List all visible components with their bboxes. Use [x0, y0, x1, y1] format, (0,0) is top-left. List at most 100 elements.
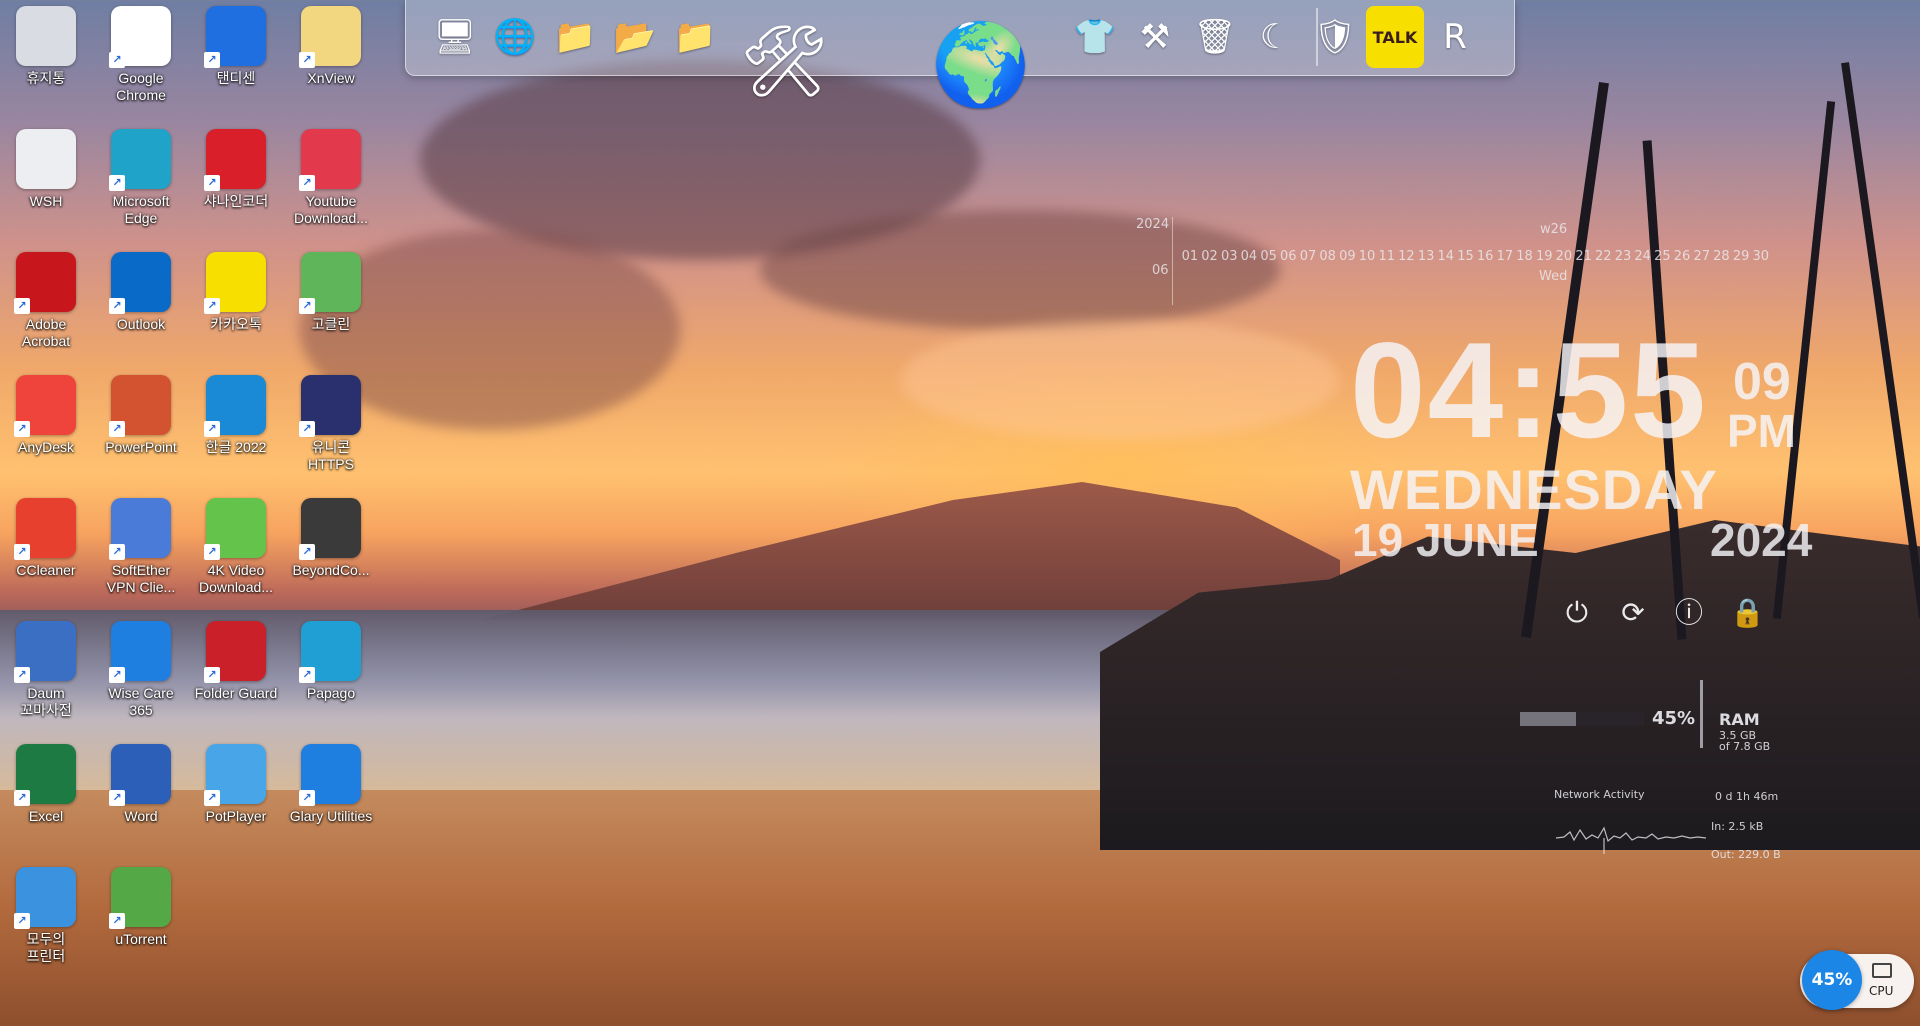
- desktop-icon[interactable]: ↗ AnyDesk: [0, 375, 92, 495]
- calendar-day[interactable]: 08: [1318, 249, 1338, 264]
- beyondcompare-icon: ↗: [299, 498, 361, 560]
- desktop-icon[interactable]: ↗ 유니콘 HTTPS: [285, 375, 377, 495]
- desktop-icon[interactable]: 휴지통: [0, 6, 92, 126]
- calendar-day[interactable]: 06: [1278, 249, 1298, 264]
- ram-title: RAM: [1719, 710, 1760, 729]
- calendar-day[interactable]: 09: [1338, 249, 1358, 264]
- registry-icon[interactable]: R: [1426, 6, 1484, 68]
- lock-icon[interactable]: 🔒: [1730, 596, 1765, 630]
- calendar-day[interactable]: 14: [1436, 249, 1456, 264]
- desktop-icon[interactable]: ↗ Word: [95, 744, 187, 864]
- ram-total: of 7.8 GB: [1719, 740, 1771, 753]
- green-folder-icon[interactable]: 📂: [606, 6, 664, 68]
- shutdown-icon[interactable]: ⏻: [1560, 596, 1594, 630]
- desktop-icon[interactable]: WSH: [0, 129, 92, 249]
- calendar-day[interactable]: 23: [1613, 249, 1633, 264]
- desktop-icon[interactable]: ↗ Glary Utilities: [285, 744, 377, 864]
- excel-icon: ↗: [14, 744, 76, 806]
- anydesk-icon: ↗: [14, 375, 76, 437]
- calendar-day[interactable]: 10: [1357, 249, 1377, 264]
- desktop-icon[interactable]: ↗ PotPlayer: [190, 744, 282, 864]
- calendar-day[interactable]: 19: [1534, 249, 1554, 264]
- desktop-icon[interactable]: ↗ Google Chrome: [95, 6, 187, 126]
- desktop-icon-label: Papago: [306, 685, 356, 701]
- calendar-day[interactable]: 27: [1692, 249, 1712, 264]
- calendar-day[interactable]: 02: [1200, 249, 1220, 264]
- calendar-day[interactable]: 15: [1456, 249, 1476, 264]
- desktop-icon-label: 탠디센: [216, 70, 256, 86]
- calendar-day[interactable]: 12: [1397, 249, 1417, 264]
- desktop-icon[interactable]: ↗ SoftEther VPN Clie...: [95, 498, 187, 618]
- blue-folder-icon[interactable]: 📁: [666, 6, 724, 68]
- desktop-icon[interactable]: ↗ Microsoft Edge: [95, 129, 187, 249]
- calendar-day[interactable]: 22: [1593, 249, 1613, 264]
- calendar-day[interactable]: 30: [1751, 249, 1771, 264]
- calendar-day[interactable]: 29: [1731, 249, 1751, 264]
- desktop-icon[interactable]: ↗ Excel: [0, 744, 92, 864]
- network-graph-line: [1556, 826, 1706, 843]
- desktop-icon[interactable]: ↗ BeyondCo...: [285, 498, 377, 618]
- calendar-day[interactable]: 26: [1672, 249, 1692, 264]
- calendar-day[interactable]: 11: [1377, 249, 1397, 264]
- kakaotalk-icon[interactable]: TALK: [1366, 6, 1424, 68]
- desktop-icon[interactable]: ↗ Folder Guard: [190, 621, 282, 741]
- desktop-icon-label: 유니콘 HTTPS: [308, 439, 354, 472]
- hammer-icon[interactable]: ⚒: [1126, 6, 1184, 68]
- trash-icon[interactable]: 🗑: [1186, 6, 1244, 68]
- desktop-icon[interactable]: ↗ 모두의 프린터: [0, 867, 92, 987]
- desktop-icon[interactable]: ↗ Adobe Acrobat: [0, 252, 92, 372]
- calendar-day[interactable]: 16: [1475, 249, 1495, 264]
- calendar-day[interactable]: 25: [1653, 249, 1673, 264]
- shortcut-arrow-icon: ↗: [299, 790, 315, 806]
- shortcut-arrow-icon: ↗: [14, 421, 30, 437]
- desktop-icon[interactable]: ↗ 카카오톡: [190, 252, 282, 372]
- wisecare-shield-icon[interactable]: 🛡: [1306, 6, 1364, 68]
- calendar-day[interactable]: 04: [1239, 249, 1259, 264]
- desktop-icon[interactable]: ↗ CCleaner: [0, 498, 92, 618]
- desktop-icon[interactable]: ↗ 샤나인코더: [190, 129, 282, 249]
- desktop-icon-label: Youtube Download...: [294, 193, 368, 226]
- restart-icon[interactable]: ⟳: [1616, 596, 1650, 630]
- desktop-icon[interactable]: ↗ Outlook: [95, 252, 187, 372]
- desktop-icon-label: 샤나인코더: [203, 193, 269, 209]
- desktop-icon[interactable]: ↗ 한글 2022: [190, 375, 282, 495]
- calendar-day-of-week: Wed: [1539, 269, 1568, 284]
- calendar-day[interactable]: 03: [1219, 249, 1239, 264]
- desktop-icon[interactable]: ↗ 고클린: [285, 252, 377, 372]
- desktop-icon-label: uTorrent: [115, 931, 167, 947]
- desktop-icon-label: Google Chrome: [116, 70, 166, 103]
- calendar-day[interactable]: 20: [1554, 249, 1574, 264]
- word-icon: ↗: [109, 744, 171, 806]
- printer-icon: ↗: [14, 867, 76, 929]
- folder-icon[interactable]: 📁: [546, 6, 604, 68]
- desktop-icon[interactable]: ↗ Youtube Download...: [285, 129, 377, 249]
- calendar-day[interactable]: 07: [1298, 249, 1318, 264]
- tshirt-icon[interactable]: 👕: [1066, 6, 1124, 68]
- shortcut-arrow-icon: ↗: [109, 175, 125, 191]
- sleep-icon[interactable]: ⓘ: [1672, 596, 1706, 630]
- calendar-day[interactable]: 18: [1515, 249, 1535, 264]
- calendar-day[interactable]: 28: [1712, 249, 1732, 264]
- desktop-icon[interactable]: ↗ Wise Care 365: [95, 621, 187, 741]
- bolt-icon: ↗: [204, 6, 266, 68]
- globe-icon[interactable]: 🌍: [926, 10, 1036, 120]
- calendar-day[interactable]: 21: [1574, 249, 1594, 264]
- network-globe-icon[interactable]: 🌐: [486, 6, 544, 68]
- calendar-day[interactable]: 05: [1259, 249, 1279, 264]
- glary-moon-icon[interactable]: ☾: [1246, 6, 1304, 68]
- desktop-icon[interactable]: ↗ PowerPoint: [95, 375, 187, 495]
- calendar-day[interactable]: 13: [1416, 249, 1436, 264]
- calendar-day[interactable]: 24: [1633, 249, 1653, 264]
- computer-icon[interactable]: 🖥: [426, 6, 484, 68]
- network-out: Out: 229.0 B: [1711, 848, 1781, 861]
- desktop-icon[interactable]: ↗ Daum 꼬마사전: [0, 621, 92, 741]
- calendar-day[interactable]: 01: [1180, 249, 1200, 264]
- desktop-icon[interactable]: ↗ uTorrent: [95, 867, 187, 987]
- desktop-icon[interactable]: ↗ 4K Video Download...: [190, 498, 282, 618]
- tools-icon[interactable]: 🛠: [736, 6, 832, 116]
- shana-icon: ↗: [204, 129, 266, 191]
- desktop-icon[interactable]: ↗ Papago: [285, 621, 377, 741]
- desktop-icon[interactable]: ↗ 탠디센: [190, 6, 282, 126]
- desktop-icon[interactable]: ↗ XnView: [285, 6, 377, 126]
- calendar-day[interactable]: 17: [1495, 249, 1515, 264]
